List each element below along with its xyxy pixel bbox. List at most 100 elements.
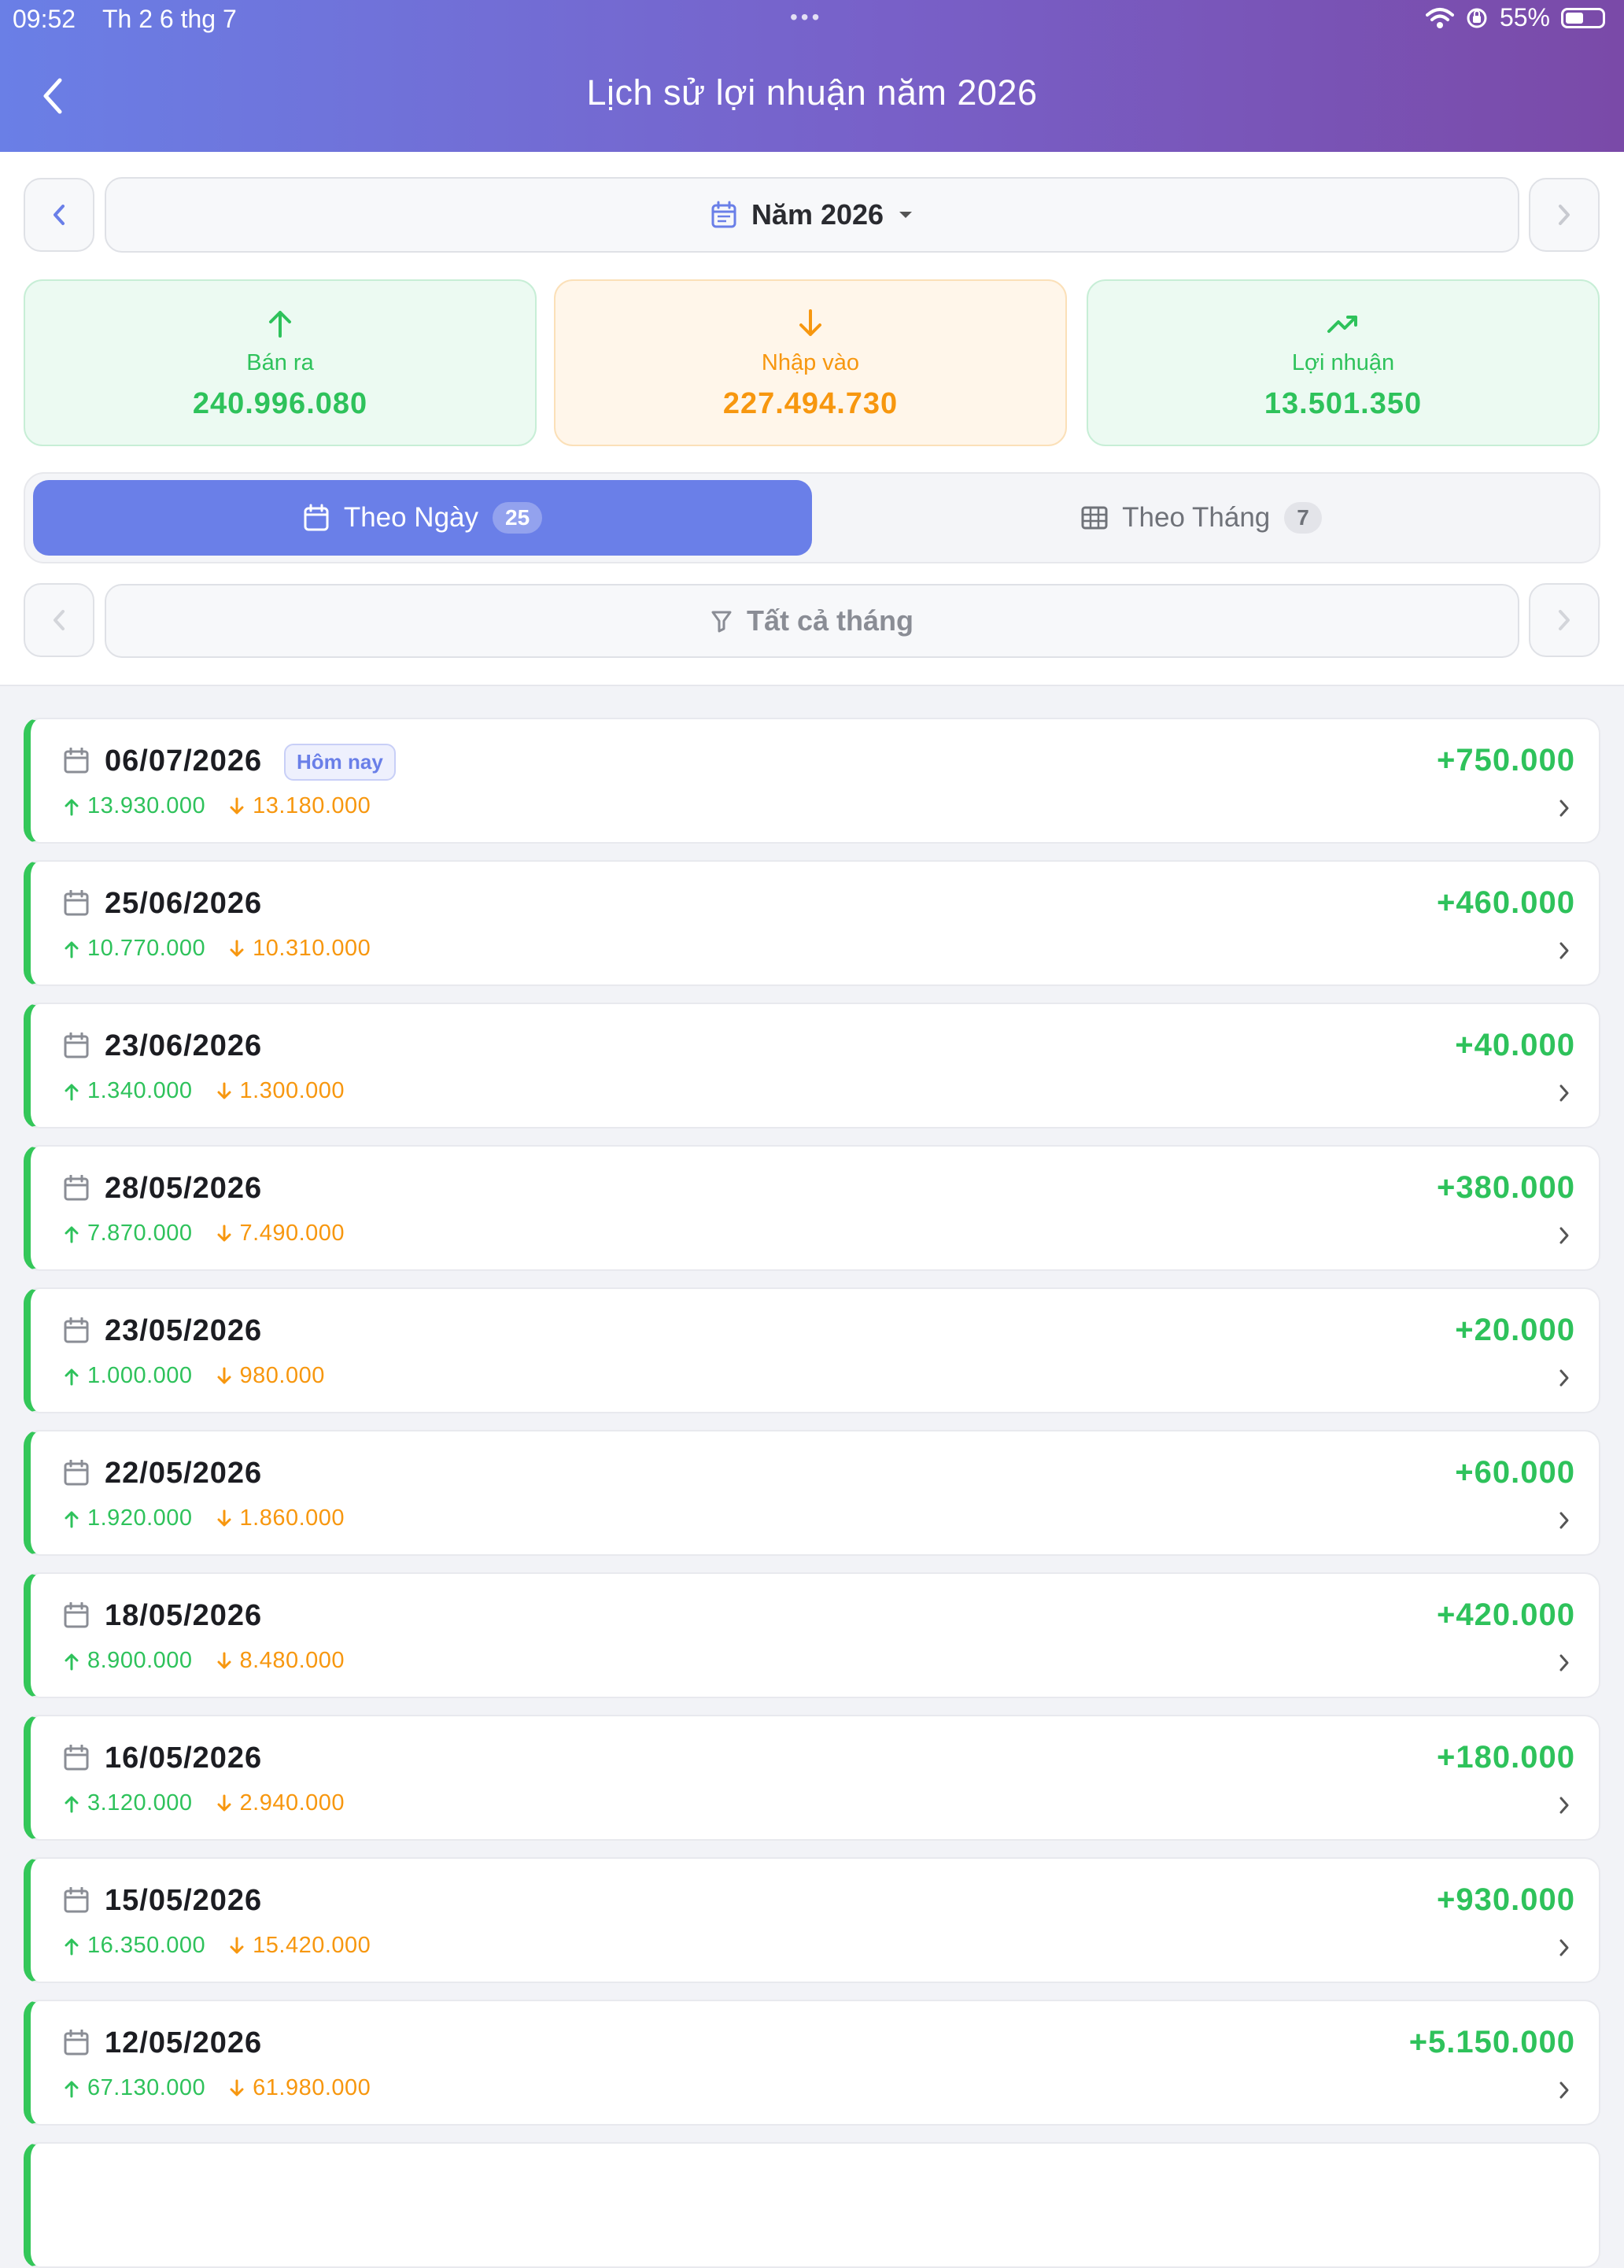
arrow-up-icon [65, 2081, 79, 2097]
multitask-dots[interactable]: ••• [790, 5, 822, 30]
list-item[interactable]: 16/05/2026 +180.000 3.120.000 2.940.000 [24, 1715, 1600, 1841]
list-item[interactable]: 25/06/2026 +460.000 10.770.000 10.310.00… [24, 860, 1600, 986]
tab-by-day-label: Theo Ngày [343, 502, 479, 533]
row-buy: 61.980.000 [229, 2075, 371, 2101]
list-item[interactable]: 22/05/2026 +60.000 1.920.000 1.860.000 [24, 1430, 1600, 1556]
today-badge: Hôm nay [284, 744, 396, 781]
chevron-left-icon [54, 610, 65, 630]
row-buy-value: 10.310.000 [253, 936, 371, 961]
arrow-down-icon [230, 2079, 244, 2096]
list-item[interactable]: 06/07/2026 +750.000 13.930.000 13.180.00… [24, 718, 1600, 844]
chevron-right-icon [1559, 942, 1569, 959]
calendar-icon [64, 1887, 89, 1913]
row-buy: 2.940.000 [216, 1790, 345, 1816]
list-item[interactable]: 18/05/2026 +420.000 8.900.000 8.480.000 [24, 1572, 1600, 1698]
row-buy-value: 15.420.000 [253, 1933, 371, 1958]
row-summary: 8.900.000 8.480.000 [64, 1648, 345, 1674]
row-profit: +180.000 [1437, 1740, 1575, 1775]
row-sell-value: 16.350.000 [87, 1933, 206, 1958]
list-item[interactable]: 12/05/2026 +5.150.000 67.130.000 61.980.… [24, 2000, 1600, 2126]
row-date: 25/06/2026 [105, 887, 263, 920]
row-sell: 16.350.000 [64, 1933, 205, 1959]
status-time: 09:52 [13, 5, 76, 33]
arrow-down-icon [217, 1082, 231, 1099]
profit-stat-card: Lợi nhuận 13.501.350 [1087, 279, 1600, 446]
chevron-right-icon [1559, 1369, 1569, 1387]
caret-down-icon [899, 212, 913, 218]
row-buy: 10.310.000 [229, 936, 371, 962]
tab-by-day[interactable]: Theo Ngày 25 [33, 480, 812, 556]
row-profit: +420.000 [1437, 1598, 1575, 1632]
profit-value: 13.501.350 [1264, 387, 1423, 420]
row-buy: 1.860.000 [216, 1505, 345, 1531]
arrow-up-icon [65, 1938, 79, 1955]
year-label: Năm 2026 [751, 198, 884, 231]
prev-year-button[interactable] [24, 178, 94, 252]
arrow-up-icon [65, 1226, 79, 1243]
row-sell: 7.870.000 [64, 1221, 193, 1247]
row-sell: 8.900.000 [64, 1648, 193, 1674]
row-summary: 1.000.000 980.000 [64, 1363, 325, 1389]
row-buy-value: 7.490.000 [239, 1221, 345, 1246]
row-summary: 7.870.000 7.490.000 [64, 1221, 345, 1247]
row-date: 15/05/2026 [105, 1884, 263, 1917]
arrow-up-icon [65, 1653, 79, 1670]
arrow-down-icon [217, 1509, 231, 1526]
row-buy-value: 8.480.000 [239, 1648, 345, 1673]
trending-up-icon [1327, 316, 1357, 333]
row-buy: 980.000 [216, 1363, 325, 1389]
row-date: 28/05/2026 [105, 1172, 263, 1205]
row-sell-value: 10.770.000 [87, 936, 206, 961]
calendar-icon [64, 1175, 89, 1201]
list-item[interactable]: 28/05/2026 +380.000 7.870.000 7.490.000 [24, 1145, 1600, 1271]
sell-stat-card: Bán ra 240.996.080 [24, 279, 537, 446]
row-date: 12/05/2026 [105, 2026, 263, 2059]
list-item[interactable]: 15/05/2026 +930.000 16.350.000 15.420.00… [24, 1857, 1600, 1983]
profit-label: Lợi nhuận [1291, 350, 1395, 375]
row-buy-value: 13.180.000 [253, 793, 371, 818]
next-month-button[interactable] [1529, 583, 1600, 657]
chevron-right-icon [1559, 2081, 1569, 2099]
next-year-button[interactable] [1529, 178, 1600, 252]
arrow-down-icon [799, 309, 821, 336]
tab-by-month-count: 7 [1284, 502, 1322, 534]
chevron-right-icon [1559, 610, 1570, 630]
calendar-icon [64, 1602, 89, 1628]
row-date: 16/05/2026 [105, 1742, 263, 1775]
row-sell-value: 1.000.000 [87, 1363, 193, 1388]
row-buy-value: 1.860.000 [239, 1505, 345, 1531]
row-sell-value: 7.870.000 [87, 1221, 193, 1246]
row-sell-value: 1.920.000 [87, 1505, 193, 1531]
row-profit: +40.000 [1455, 1028, 1575, 1062]
row-sell-value: 3.120.000 [87, 1790, 193, 1816]
list-item[interactable]: 23/05/2026 +20.000 1.000.000 980.000 [24, 1287, 1600, 1413]
prev-month-button[interactable] [24, 583, 94, 657]
buy-stat-card: Nhập vào 227.494.730 [554, 279, 1067, 446]
chevron-right-icon [1559, 205, 1570, 225]
year-selector[interactable]: Năm 2026 [105, 177, 1519, 253]
row-profit: +20.000 [1455, 1313, 1575, 1347]
calendar-icon [64, 1317, 89, 1343]
calendar-icon [64, 1460, 89, 1486]
row-sell: 10.770.000 [64, 936, 205, 962]
row-buy: 13.180.000 [229, 793, 371, 819]
arrow-down-icon [230, 797, 244, 814]
buy-value: 227.494.730 [722, 387, 899, 420]
list-item[interactable] [24, 2142, 1600, 2268]
row-sell: 13.930.000 [64, 793, 205, 819]
row-profit: +460.000 [1437, 885, 1575, 920]
row-profit: +60.000 [1455, 1455, 1575, 1490]
filter-icon [711, 611, 732, 633]
wifi-icon [1425, 7, 1454, 28]
sell-value: 240.996.080 [192, 387, 368, 420]
chevron-left-icon [54, 205, 65, 225]
calendar-icon [304, 504, 329, 531]
tab-by-month[interactable]: Theo Tháng 7 [812, 480, 1591, 556]
row-sell: 1.000.000 [64, 1363, 193, 1389]
status-date: Th 2 6 thg 7 [102, 5, 237, 33]
chevron-right-icon [1559, 1512, 1569, 1529]
month-filter[interactable]: Tất cả tháng [105, 584, 1519, 658]
list-item[interactable]: 23/06/2026 +40.000 1.340.000 1.300.000 [24, 1003, 1600, 1128]
row-summary: 13.930.000 13.180.000 [64, 793, 371, 819]
row-summary: 3.120.000 2.940.000 [64, 1790, 345, 1816]
